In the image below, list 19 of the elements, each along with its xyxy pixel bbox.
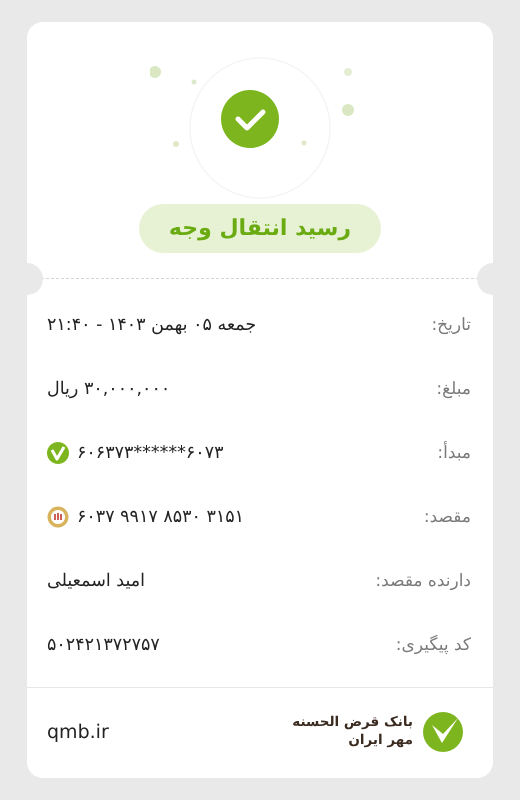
field-label: مبلغ: bbox=[436, 379, 471, 399]
field-value: ۳۰,۰۰۰,۰۰۰ ریال bbox=[47, 379, 170, 399]
field-value: ۵۰۲۴۲۱۳۷۲۷۵۷ bbox=[47, 635, 160, 655]
bank-name: بانک قرض الحسنه bbox=[292, 714, 413, 732]
receipt-title: رسید انتقال وجه bbox=[138, 204, 382, 253]
website-link[interactable]: qmb.ir bbox=[47, 721, 109, 743]
bank-name: مهر ایران bbox=[347, 732, 413, 750]
bank-logo-icon bbox=[421, 710, 465, 754]
field-value: ۶۰۳۷ ۹۹۱۷ ۸۵۳۰ ۳۱۵۱ bbox=[77, 507, 244, 527]
field-label: کد پیگیری: bbox=[396, 635, 471, 655]
field-value: ۶۰۶۳۷۳******۶۰۷۳ bbox=[77, 443, 224, 463]
check-badge-icon bbox=[47, 442, 69, 464]
field-label: تاریخ: bbox=[431, 315, 471, 335]
field-label: مقصد: bbox=[424, 507, 471, 527]
field-value: امید اسمعیلی bbox=[47, 571, 146, 591]
field-value: جمعه ۰۵ بهمن ۱۴۰۳ - ۲۱:۴۰ bbox=[47, 315, 256, 335]
emblem-icon bbox=[47, 506, 69, 528]
field-label: دارنده مقصد: bbox=[375, 571, 471, 591]
field-label: مبدأ: bbox=[437, 443, 471, 463]
